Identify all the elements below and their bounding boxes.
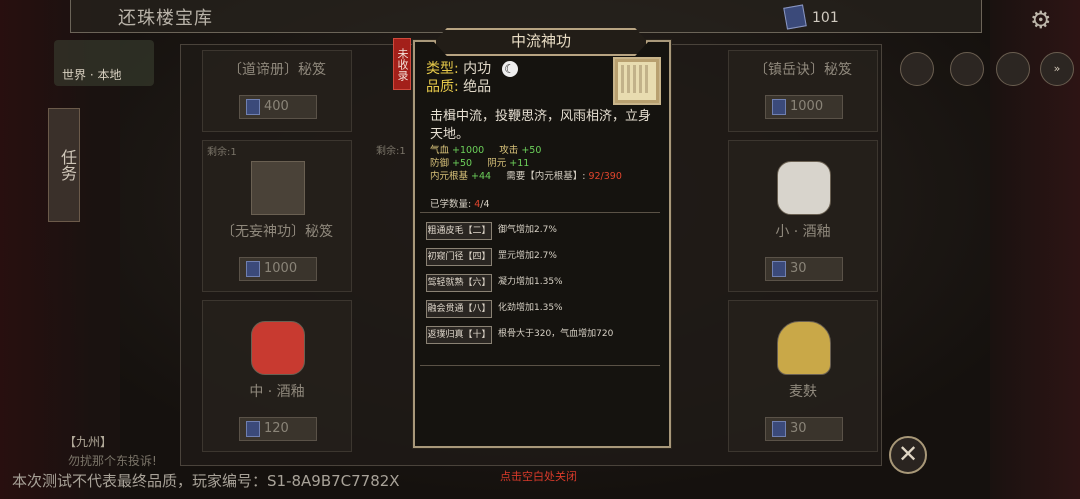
skill-tier-button[interactable]: 返璞归真【十】 [426, 326, 492, 344]
item-name: 中 · 酒釉 [249, 384, 305, 400]
task-tab[interactable]: 任务 [48, 108, 80, 222]
shop-item[interactable]: 麦麸 30 [728, 300, 878, 452]
coin-icon [772, 99, 786, 115]
shop-item[interactable]: 中 · 酒釉 120 [202, 300, 352, 452]
skill-tier-button[interactable]: 初窥门径【四】 [426, 248, 492, 266]
currency-value: 101 [812, 10, 839, 26]
chat-message: 勿扰那个东投诉! [68, 454, 157, 468]
type-value: 内功 [463, 61, 492, 77]
wine-jar-icon [251, 321, 305, 375]
shop-item[interactable]: 〔道谛册〕秘笈 400 [202, 50, 352, 132]
currency-icon [783, 4, 807, 30]
coin-icon [772, 421, 786, 437]
divider [420, 212, 660, 213]
stat-block: 气血 +1000 攻击 +50 防御 +50 阴元 +11 内元根基 +44 需… [430, 145, 622, 182]
item-description: 击楫中流，投鞭思济，风雨相济，立身天地。 [430, 109, 652, 142]
scroll-icon [251, 161, 305, 215]
skill-effect: 凝力增加1.35% [498, 277, 563, 287]
sack-icon [777, 321, 831, 375]
skill-effect: 罡元增加2.7% [498, 251, 557, 261]
skill-effect: 化劲增加1.35% [498, 303, 563, 313]
coin-icon [246, 421, 260, 437]
item-name: 〔道谛册〕秘笈 [228, 62, 326, 78]
item-name: 小 · 酒釉 [775, 224, 831, 240]
item-price[interactable]: 1000 [765, 95, 843, 119]
item-price[interactable]: 30 [765, 417, 843, 441]
side-button[interactable] [950, 52, 984, 86]
item-remain: 剩余:1 [207, 147, 237, 158]
item-name: 〔无妄神功〕秘笈 [221, 224, 333, 240]
shop-item[interactable]: 〔镇岳诀〕秘笈 1000 [728, 50, 878, 132]
coin-icon [246, 99, 260, 115]
side-button[interactable] [900, 52, 934, 86]
item-price[interactable]: 1000 [239, 257, 317, 281]
item-name: 麦麸 [789, 384, 817, 400]
quality-row: 品质: 绝品 [426, 79, 492, 95]
unrecorded-badge: 未收录 [393, 38, 411, 90]
item-price[interactable]: 400 [239, 95, 317, 119]
task-tab-label: 任务 [58, 149, 77, 181]
skill-effect: 御气增加2.7% [498, 225, 557, 235]
skill-tier-button[interactable]: 驾轻就熟【六】 [426, 274, 492, 292]
minimap-label: 世界 · 本地 [62, 68, 122, 82]
shop-item[interactable]: 剩余:1 〔无妄神功〕秘笈 1000 [202, 140, 352, 292]
learned-count: 已学数量: 4/4 [430, 199, 490, 210]
coin-icon [246, 261, 260, 277]
side-button[interactable] [996, 52, 1030, 86]
dialog-title: 中流神功 [510, 32, 571, 50]
skill-tier-button[interactable]: 粗通皮毛【二】 [426, 222, 492, 240]
wine-jar-icon [777, 161, 831, 215]
close-hint[interactable]: 点击空白处关闭 [500, 468, 577, 484]
item-remain: 剩余:1 [376, 146, 406, 157]
gear-icon[interactable]: ⚙ [1030, 6, 1052, 34]
moon-icon: ☾ [501, 61, 518, 77]
skill-tier-button[interactable]: 融会贯通【八】 [426, 300, 492, 318]
chat-channel[interactable]: 【九州】 [64, 433, 112, 450]
item-name: 〔镇岳诀〕秘笈 [754, 62, 852, 78]
shop-title: 还珠楼宝库 [118, 8, 213, 29]
manual-book-icon [613, 57, 661, 105]
item-price[interactable]: 120 [239, 417, 317, 441]
type-row: 类型: 内功 ☾ [426, 58, 518, 78]
shop-item[interactable]: 小 · 酒釉 30 [728, 140, 878, 292]
quality-value: 绝品 [463, 79, 492, 95]
divider [420, 365, 660, 366]
item-price[interactable]: 30 [765, 257, 843, 281]
skill-effect: 根骨大于320，气血增加720 [498, 329, 614, 339]
build-notice: 本次测试不代表最终品质，玩家编号：S1-8A9B7C7782X [12, 472, 400, 490]
close-icon[interactable]: ✕ [889, 436, 927, 474]
coin-icon [772, 261, 786, 277]
chevron-right-icon[interactable]: » [1040, 52, 1074, 86]
